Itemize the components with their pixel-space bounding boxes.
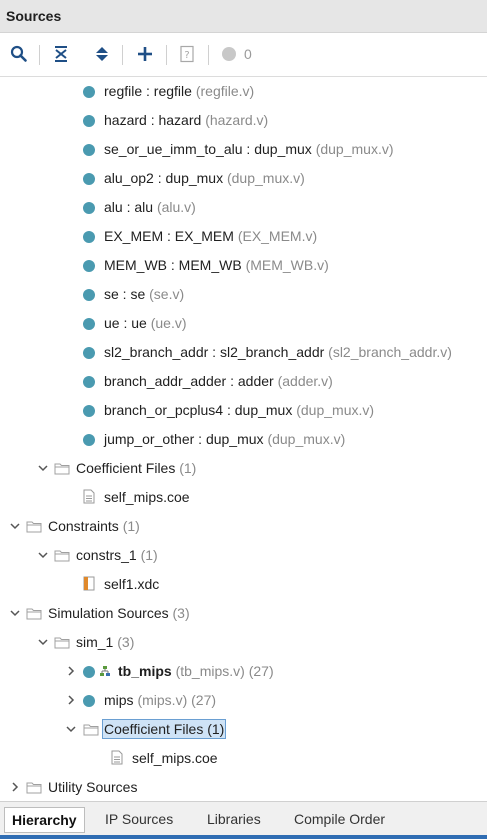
- module-icon: [83, 434, 95, 446]
- tab-compile-order[interactable]: Compile Order: [294, 811, 385, 827]
- tree-item-coefficient-files[interactable]: Coefficient Files (1): [0, 454, 487, 483]
- module-icon: [83, 318, 95, 330]
- module-icon: [83, 405, 95, 417]
- folder-icon: [26, 782, 42, 794]
- chevron-right-icon[interactable]: [64, 693, 78, 707]
- active-panel-indicator: [0, 835, 487, 839]
- chevron-right-icon[interactable]: [8, 780, 22, 794]
- chevron-down-icon[interactable]: [64, 722, 78, 736]
- tree-item-alu-op2[interactable]: alu_op2 : dup_mux (dup_mux.v): [0, 164, 487, 193]
- add-sources-icon[interactable]: [134, 43, 156, 65]
- tree-item-se[interactable]: se : se (se.v): [0, 280, 487, 309]
- tree-item-jump-or-other[interactable]: jump_or_other : dup_mux (dup_mux.v): [0, 425, 487, 454]
- sources-tab-bar: Hierarchy IP Sources Libraries Compile O…: [0, 801, 487, 839]
- svg-text:?: ?: [184, 50, 189, 61]
- tree-item-regfile[interactable]: regfile : regfile (regfile.v): [0, 77, 487, 106]
- folder-icon: [54, 550, 70, 562]
- constraint-file-icon: [83, 576, 95, 591]
- tree-item-mem-wb[interactable]: MEM_WB : MEM_WB (MEM_WB.v): [0, 251, 487, 280]
- panel-title: Sources: [6, 8, 62, 24]
- search-icon[interactable]: [8, 43, 30, 65]
- chevron-right-icon[interactable]: [64, 664, 78, 678]
- tree-item-ex-mem[interactable]: EX_MEM : EX_MEM (EX_MEM.v): [0, 222, 487, 251]
- folder-icon: [26, 608, 42, 620]
- properties-icon[interactable]: ?: [176, 43, 198, 65]
- tree-item-alu[interactable]: alu : alu (alu.v): [0, 193, 487, 222]
- module-icon: [83, 173, 95, 185]
- module-icon: [83, 231, 95, 243]
- tree-item-hazard[interactable]: hazard : hazard (hazard.v): [0, 106, 487, 135]
- tab-hierarchy[interactable]: Hierarchy: [4, 807, 85, 833]
- module-icon: [83, 202, 95, 214]
- module-icon: [83, 115, 95, 127]
- selected-item-label[interactable]: Coefficient Files (1): [102, 719, 227, 739]
- chevron-down-icon[interactable]: [8, 519, 22, 533]
- tree-item-constraints[interactable]: Constraints (1): [0, 512, 487, 541]
- file-icon: [83, 489, 95, 504]
- tree-item-self-mips-coe[interactable]: self_mips.coe: [0, 483, 487, 512]
- sources-toolbar: ? 0: [0, 33, 487, 77]
- folder-icon: [54, 637, 70, 649]
- tree-item-constrs-1[interactable]: constrs_1 (1): [0, 541, 487, 570]
- chevron-down-icon[interactable]: [8, 606, 22, 620]
- tree-item-self1-xdc[interactable]: self1.xdc: [0, 570, 487, 599]
- top-module-icon: [100, 666, 110, 676]
- tree-item-simulation-sources[interactable]: Simulation Sources (3): [0, 599, 487, 628]
- folder-icon: [26, 521, 42, 533]
- tree-item-sl2-branch-addr[interactable]: sl2_branch_addr : sl2_branch_addr (sl2_b…: [0, 338, 487, 367]
- tree-item-sim-coefficient-files[interactable]: Coefficient Files (1): [0, 715, 487, 744]
- error-count: 0: [244, 46, 252, 62]
- module-icon: [83, 695, 95, 707]
- collapse-all-icon[interactable]: [50, 43, 72, 65]
- error-status-icon[interactable]: [218, 43, 240, 65]
- tree-item-ue[interactable]: ue : ue (ue.v): [0, 309, 487, 338]
- file-icon: [111, 750, 123, 765]
- module-icon: [83, 376, 95, 388]
- tree-item-sim-self-mips-coe[interactable]: self_mips.coe: [0, 744, 487, 773]
- chevron-down-icon[interactable]: [36, 461, 50, 475]
- tab-ip-sources[interactable]: IP Sources: [105, 811, 173, 827]
- tab-libraries[interactable]: Libraries: [207, 811, 261, 827]
- module-icon: [83, 666, 95, 678]
- sources-tree[interactable]: regfile : regfile (regfile.v) hazard : h…: [0, 77, 487, 801]
- module-icon: [83, 86, 95, 98]
- module-icon: [83, 260, 95, 272]
- tree-item-utility-sources[interactable]: Utility Sources: [0, 773, 487, 801]
- tree-item-sim-1[interactable]: sim_1 (3): [0, 628, 487, 657]
- expand-all-icon[interactable]: [91, 43, 113, 65]
- module-icon: [83, 289, 95, 301]
- folder-icon: [83, 724, 99, 736]
- module-icon: [83, 347, 95, 359]
- module-icon: [83, 144, 95, 156]
- chevron-down-icon[interactable]: [36, 635, 50, 649]
- tree-item-branch-or-pcplus4[interactable]: branch_or_pcplus4 : dup_mux (dup_mux.v): [0, 396, 487, 425]
- folder-icon: [54, 463, 70, 475]
- tree-item-branch-addr-adder[interactable]: branch_addr_adder : adder (adder.v): [0, 367, 487, 396]
- chevron-down-icon[interactable]: [36, 548, 50, 562]
- tree-item-mips[interactable]: mips (mips.v) (27): [0, 686, 487, 715]
- sources-panel-header: Sources: [0, 0, 487, 33]
- tree-item-se-or-ue-imm-to-alu[interactable]: se_or_ue_imm_to_alu : dup_mux (dup_mux.v…: [0, 135, 487, 164]
- tree-item-tb-mips[interactable]: tb_mips (tb_mips.v) (27): [0, 657, 487, 686]
